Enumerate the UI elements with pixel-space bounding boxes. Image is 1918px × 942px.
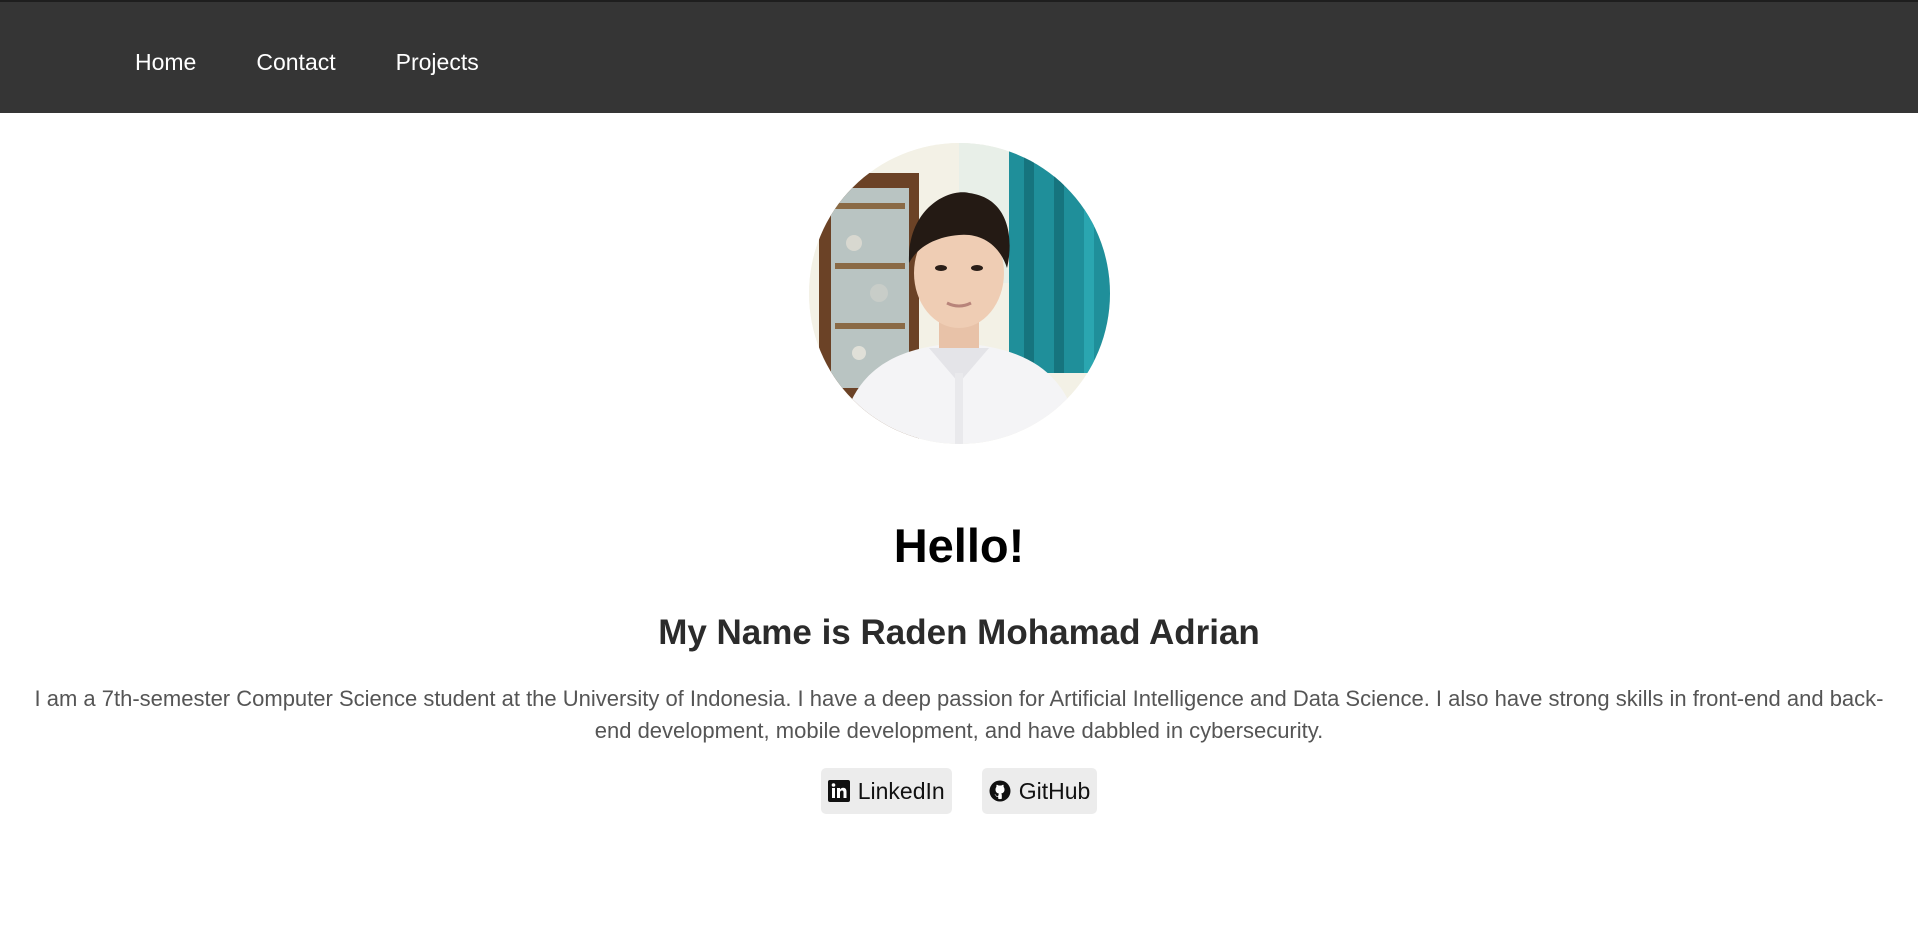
nav-link-home[interactable]: Home xyxy=(135,48,196,76)
linkedin-icon xyxy=(827,780,850,802)
github-icon xyxy=(989,780,1011,802)
social-links: LinkedIn GitHub xyxy=(0,768,1918,814)
greeting-heading: Hello! xyxy=(893,519,1025,572)
main-nav: Home Contact Projects xyxy=(135,48,539,76)
linkedin-label: LinkedIn xyxy=(857,777,945,804)
nav-link-contact[interactable]: Contact xyxy=(256,48,335,76)
github-button[interactable]: GitHub xyxy=(981,768,1098,814)
name-heading: My Name is Raden Mohamad Adrian xyxy=(658,613,1260,652)
linkedin-button[interactable]: LinkedIn xyxy=(820,768,952,814)
profile-avatar xyxy=(809,143,1110,444)
profile-photo-image xyxy=(809,143,1110,444)
nav-link-projects[interactable]: Projects xyxy=(396,48,479,76)
top-navbar: Home Contact Projects xyxy=(0,0,1918,113)
bio-paragraph: I am a 7th-semester Computer Science stu… xyxy=(34,686,1884,743)
github-label: GitHub xyxy=(1018,777,1091,804)
